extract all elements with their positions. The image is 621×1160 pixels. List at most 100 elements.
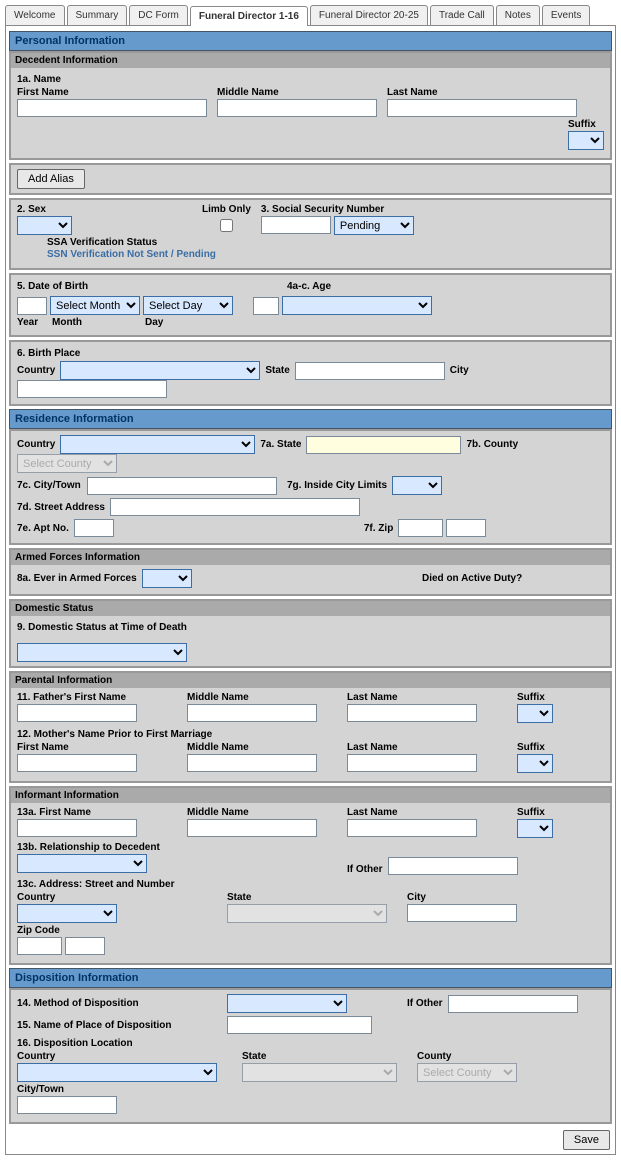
- lbl-inf-middle: Middle Name: [187, 807, 337, 819]
- lbl-dispo-city: City/Town: [17, 1084, 117, 1096]
- lbl-inf-state: State: [227, 892, 397, 904]
- tab-bar: Welcome Summary DC Form Funeral Director…: [5, 5, 616, 26]
- parental-header: Parental Information: [11, 673, 610, 688]
- res-state-input[interactable]: [306, 436, 461, 454]
- res-street-input[interactable]: [110, 498, 360, 516]
- lbl-mother-last: Last Name: [347, 742, 507, 754]
- suffix-select[interactable]: [568, 131, 604, 150]
- inf-first-input[interactable]: [17, 819, 137, 837]
- lbl-bp-country: Country: [17, 365, 55, 376]
- armed-select[interactable]: [142, 569, 192, 588]
- tab-events[interactable]: Events: [542, 5, 591, 25]
- lbl-res-county: 7b. County: [466, 439, 518, 450]
- lbl-birthplace: 6. Birth Place: [17, 346, 604, 361]
- inf-state-select[interactable]: [227, 904, 387, 923]
- add-alias-button[interactable]: Add Alias: [17, 169, 85, 189]
- res-limits-select[interactable]: [392, 476, 442, 495]
- inf-suffix-select[interactable]: [517, 819, 553, 838]
- lbl-domestic: 9. Domestic Status at Time of Death: [17, 620, 604, 635]
- inf-zip2-input[interactable]: [65, 937, 105, 955]
- mother-middle-input[interactable]: [187, 754, 317, 772]
- tab-fd-20-25[interactable]: Funeral Director 20-25: [310, 5, 428, 25]
- mother-first-input[interactable]: [17, 754, 137, 772]
- lbl-active-duty: Died on Active Duty?: [422, 573, 522, 584]
- lbl-armed: 8a. Ever in Armed Forces: [17, 573, 137, 584]
- method-select[interactable]: [227, 994, 347, 1013]
- panel-domestic: Domestic Status 9. Domestic Status at Ti…: [9, 599, 612, 668]
- mother-suffix-select[interactable]: [517, 754, 553, 773]
- tab-dc-form[interactable]: DC Form: [129, 5, 188, 25]
- bp-city-input[interactable]: [17, 380, 167, 398]
- panel-informant: Informant Information 13a. First Name Mi…: [9, 786, 612, 965]
- method-other-input[interactable]: [448, 995, 578, 1013]
- first-name-input[interactable]: [17, 99, 207, 117]
- inf-middle-input[interactable]: [187, 819, 317, 837]
- place-input[interactable]: [227, 1016, 372, 1034]
- res-zip2-input[interactable]: [446, 519, 486, 537]
- tab-welcome[interactable]: Welcome: [5, 5, 65, 25]
- age-input[interactable]: [253, 297, 279, 315]
- lbl-res-street: 7d. Street Address: [17, 502, 105, 513]
- lbl-age: 4a-c. Age: [287, 279, 331, 294]
- tab-trade-call[interactable]: Trade Call: [430, 5, 494, 25]
- lbl-suffix: Suffix: [568, 119, 604, 131]
- father-middle-input[interactable]: [187, 704, 317, 722]
- father-first-input[interactable]: [17, 704, 137, 722]
- inf-last-input[interactable]: [347, 819, 477, 837]
- limb-only-checkbox[interactable]: [202, 219, 251, 232]
- armed-header: Armed Forces Information: [11, 550, 610, 565]
- lbl-ssa: SSA Verification Status: [47, 237, 216, 249]
- father-suffix-select[interactable]: [517, 704, 553, 723]
- res-apt-input[interactable]: [74, 519, 114, 537]
- inf-city-input[interactable]: [407, 904, 517, 922]
- dob-month-select[interactable]: Select Month: [50, 296, 140, 315]
- dob-day-select[interactable]: Select Day: [143, 296, 233, 315]
- main-content: Personal Information Decedent Informatio…: [5, 26, 616, 1155]
- lbl-bp-city: City: [450, 365, 469, 376]
- bp-country-select[interactable]: [60, 361, 260, 380]
- ssn-input[interactable]: [261, 216, 331, 234]
- panel-disposition: 14. Method of Disposition If Other 15. N…: [9, 988, 612, 1124]
- lbl-method: 14. Method of Disposition: [17, 998, 222, 1009]
- informant-header: Informant Information: [11, 788, 610, 803]
- lbl-place: 15. Name of Place of Disposition: [17, 1020, 222, 1031]
- lbl-inf-last: Last Name: [347, 807, 507, 819]
- dispo-county-select[interactable]: Select County: [417, 1063, 517, 1082]
- lbl-day: Day: [145, 317, 163, 329]
- middle-name-input[interactable]: [217, 99, 377, 117]
- age-unit-select[interactable]: [282, 296, 432, 315]
- inf-other-input[interactable]: [388, 857, 518, 875]
- dispo-state-select[interactable]: [242, 1063, 397, 1082]
- res-county-select[interactable]: Select County: [17, 454, 117, 473]
- lbl-inf-addr: 13c. Address: Street and Number: [17, 877, 604, 892]
- res-country-select[interactable]: [60, 435, 255, 454]
- lbl-dispo-loc: 16. Disposition Location: [17, 1036, 604, 1051]
- res-zip1-input[interactable]: [398, 519, 443, 537]
- inf-zip1-input[interactable]: [17, 937, 62, 955]
- tab-summary[interactable]: Summary: [67, 5, 128, 25]
- inf-rel-select[interactable]: [17, 854, 147, 873]
- dob-year-input[interactable]: [17, 297, 47, 315]
- father-last-input[interactable]: [347, 704, 477, 722]
- lbl-ssn: 3. Social Security Number: [261, 204, 414, 216]
- lbl-last: Last Name: [387, 87, 577, 99]
- lbl-father-last: Last Name: [347, 692, 507, 704]
- lbl-dispo-county: County: [417, 1051, 527, 1063]
- domestic-select[interactable]: [17, 643, 187, 662]
- tab-notes[interactable]: Notes: [496, 5, 540, 25]
- panel-birthplace: 6. Birth Place Country State City: [9, 340, 612, 406]
- bp-state-input[interactable]: [295, 362, 445, 380]
- section-personal: Personal Information: [9, 31, 612, 51]
- dispo-city-input[interactable]: [17, 1096, 117, 1114]
- tab-fd-1-16[interactable]: Funeral Director 1-16: [190, 6, 308, 26]
- mother-last-input[interactable]: [347, 754, 477, 772]
- dispo-country-select[interactable]: [17, 1063, 217, 1082]
- lbl-bp-state: State: [265, 365, 289, 376]
- inf-country-select[interactable]: [17, 904, 117, 923]
- res-city-input[interactable]: [87, 477, 277, 495]
- sex-select[interactable]: [17, 216, 72, 235]
- ssn-status-select[interactable]: Pending: [334, 216, 414, 235]
- save-button[interactable]: Save: [563, 1130, 610, 1150]
- panel-armed: Armed Forces Information 8a. Ever in Arm…: [9, 548, 612, 596]
- last-name-input[interactable]: [387, 99, 577, 117]
